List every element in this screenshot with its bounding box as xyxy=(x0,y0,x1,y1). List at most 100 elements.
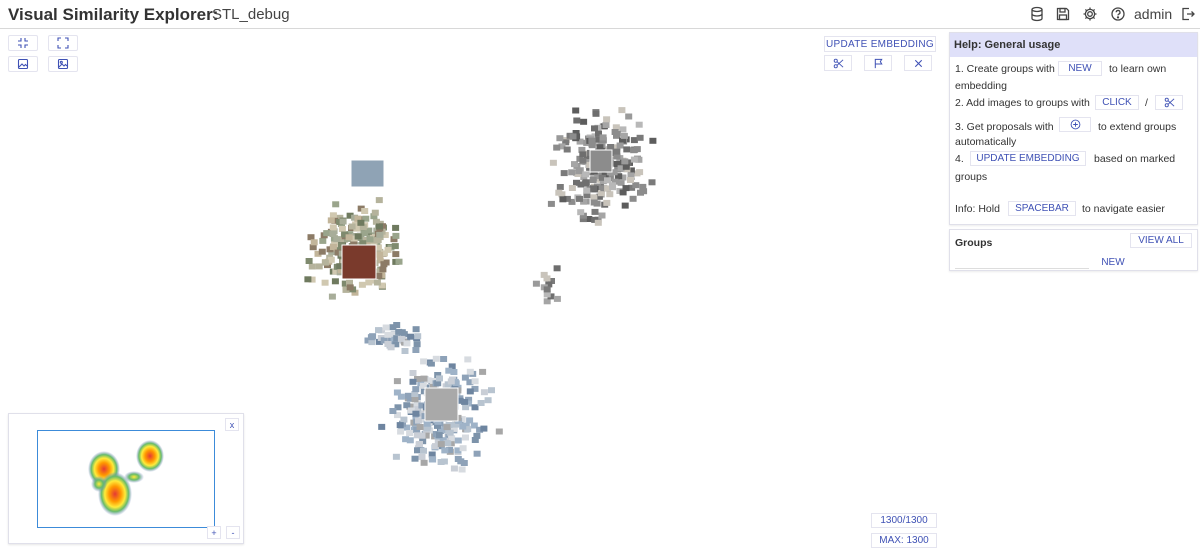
image-thumbnail[interactable] xyxy=(415,417,422,424)
image-thumbnail[interactable] xyxy=(596,144,604,151)
collapse-view-button[interactable] xyxy=(8,35,38,51)
image-thumbnail[interactable] xyxy=(392,453,400,460)
image-thumbnail[interactable] xyxy=(602,122,610,128)
minimap-viewport[interactable] xyxy=(37,430,215,528)
image-thumbnail[interactable] xyxy=(414,333,422,340)
image-thumbnail[interactable] xyxy=(328,293,336,300)
image-thumbnail[interactable] xyxy=(459,423,467,430)
image-thumbnail[interactable] xyxy=(382,324,390,331)
image-thumbnail[interactable] xyxy=(432,355,440,362)
image-thumbnail[interactable] xyxy=(577,209,585,216)
image-thumbnail[interactable] xyxy=(411,455,419,462)
image-thumbnail[interactable] xyxy=(466,368,474,375)
image-thumbnail[interactable] xyxy=(464,356,472,363)
image-thumbnail[interactable] xyxy=(443,424,451,431)
image-thumbnail[interactable] xyxy=(374,237,382,244)
image-thumbnail[interactable] xyxy=(461,374,469,381)
image-thumbnail[interactable] xyxy=(458,466,466,473)
image-thumbnail[interactable] xyxy=(635,121,643,128)
image-thumbnail[interactable] xyxy=(384,246,392,253)
database-icon[interactable] xyxy=(1029,6,1045,22)
image-thumbnail[interactable] xyxy=(622,163,630,170)
minimap-zoom-out-button[interactable]: - xyxy=(226,526,240,539)
image-thumbnail[interactable] xyxy=(321,279,329,286)
image-thumbnail[interactable] xyxy=(338,226,346,232)
image-thumbnail[interactable] xyxy=(556,135,564,142)
image-thumbnail[interactable] xyxy=(591,208,599,215)
image-thumbnail[interactable] xyxy=(613,148,621,155)
image-thumbnail[interactable] xyxy=(462,404,470,411)
image-thumbnail[interactable] xyxy=(404,392,412,399)
image-thumbnail[interactable] xyxy=(479,368,487,375)
image-thumbnail[interactable] xyxy=(365,279,373,286)
enlarged-thumbnail[interactable] xyxy=(350,159,385,188)
image-thumbnail[interactable] xyxy=(373,279,381,286)
image-thumbnail[interactable] xyxy=(450,465,458,472)
image-thumbnail[interactable] xyxy=(571,161,578,168)
image-thumbnail[interactable] xyxy=(590,199,598,206)
image-thumbnail[interactable] xyxy=(384,331,392,338)
image-thumbnail[interactable] xyxy=(412,410,420,417)
image-thumbnail[interactable] xyxy=(331,278,339,285)
enlarged-thumbnail[interactable] xyxy=(341,244,377,280)
image-thumbnail[interactable] xyxy=(366,236,374,243)
image-thumbnail[interactable] xyxy=(420,447,427,454)
image-thumbnail[interactable] xyxy=(553,265,561,272)
image-thumbnail[interactable] xyxy=(357,219,365,226)
image-thumbnail[interactable] xyxy=(378,423,386,430)
image-thumbnail[interactable] xyxy=(397,428,405,435)
image-thumbnail[interactable] xyxy=(591,125,598,132)
image-thumbnail[interactable] xyxy=(588,137,596,144)
image-thumbnail[interactable] xyxy=(575,168,583,175)
image-thumbnail[interactable] xyxy=(384,341,392,347)
enlarged-thumbnail[interactable] xyxy=(589,149,613,173)
image-thumbnail[interactable] xyxy=(435,432,443,439)
image-thumbnail[interactable] xyxy=(436,375,443,382)
expand-view-button[interactable] xyxy=(48,35,78,51)
image-thumbnail[interactable] xyxy=(440,458,448,465)
image-thumbnail[interactable] xyxy=(310,239,318,246)
image-thumbnail[interactable] xyxy=(606,191,614,198)
group-name-input-line[interactable] xyxy=(955,268,1089,269)
image-thumbnail[interactable] xyxy=(620,132,628,139)
image-thumbnail[interactable] xyxy=(329,224,337,231)
image-thumbnail[interactable] xyxy=(640,188,648,195)
image-thumbnail[interactable] xyxy=(420,375,428,382)
image-thumbnail[interactable] xyxy=(423,420,431,427)
image-thumbnail[interactable] xyxy=(480,389,488,396)
image-thumbnail[interactable] xyxy=(420,459,428,466)
image-thumbnail[interactable] xyxy=(447,378,455,385)
image-thumbnail[interactable] xyxy=(572,107,580,114)
image-thumbnail[interactable] xyxy=(540,271,548,278)
flag-tool-button[interactable] xyxy=(864,55,892,71)
enlarged-thumbnail[interactable] xyxy=(424,387,459,422)
image-thumbnail[interactable] xyxy=(636,169,644,176)
image-thumbnail[interactable] xyxy=(471,378,479,385)
image-thumbnail[interactable] xyxy=(484,397,492,404)
image-thumbnail[interactable] xyxy=(391,243,399,250)
image-thumbnail[interactable] xyxy=(473,450,481,457)
image-thumbnail[interactable] xyxy=(625,113,633,120)
max-count-button[interactable]: MAX: 1300 xyxy=(871,533,937,548)
image-thumbnail[interactable] xyxy=(461,398,469,405)
image-thumbnail[interactable] xyxy=(568,185,576,191)
image-thumbnail[interactable] xyxy=(632,182,640,189)
image-thumbnail[interactable] xyxy=(473,432,481,439)
image-thumbnail[interactable] xyxy=(445,367,453,374)
image-thumbnail[interactable] xyxy=(392,251,400,258)
image-thumbnail[interactable] xyxy=(618,107,626,114)
image-thumbnail[interactable] xyxy=(611,129,619,135)
image-thumbnail[interactable] xyxy=(583,187,591,194)
view-all-groups-button[interactable]: VIEW ALL xyxy=(1130,233,1192,248)
image-thumbnail[interactable] xyxy=(559,196,567,203)
image-thumbnail[interactable] xyxy=(582,179,590,186)
image-thumbnail[interactable] xyxy=(345,234,353,241)
image-thumbnail[interactable] xyxy=(627,177,634,183)
image-thumbnail[interactable] xyxy=(329,244,337,250)
update-embedding-button[interactable]: UPDATE EMBEDDING xyxy=(824,36,936,52)
image-thumbnail[interactable] xyxy=(477,400,485,406)
image-thumbnail[interactable] xyxy=(630,147,638,154)
image-thumbnail[interactable] xyxy=(459,445,467,452)
image-thumbnail[interactable] xyxy=(409,378,417,385)
image-thumbnail[interactable] xyxy=(401,348,409,354)
